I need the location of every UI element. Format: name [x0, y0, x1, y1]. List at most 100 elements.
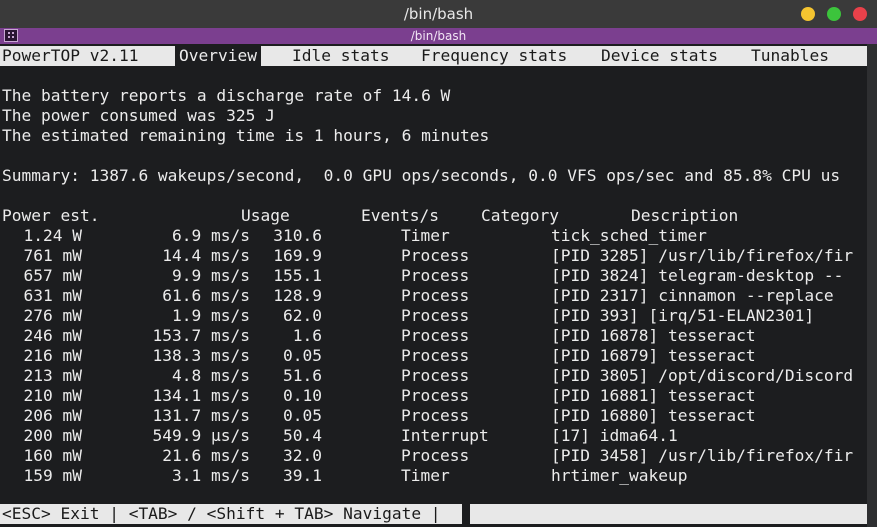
cell-power: 159 mW: [23, 466, 82, 485]
cell-power: 246 mW: [23, 326, 82, 345]
terminal-scrollbar[interactable]: [867, 44, 877, 527]
tab-device-stats[interactable]: Device stats: [601, 46, 718, 66]
terminal-tab-bar[interactable]: /bin/bash: [0, 28, 877, 44]
table-row[interactable]: 210 mW 134.1 ms/s 0.10 Process [PID 16881] t…: [0, 386, 867, 406]
cell-description: tick_sched_timer: [551, 226, 707, 245]
table-header: Power est. Usage Events/s Category Descr…: [0, 206, 867, 226]
table-row[interactable]: 213 mW 4.8 ms/s 51.6 Process [PID 3805] /opt…: [0, 366, 867, 386]
window-controls: [801, 7, 867, 21]
cell-category: Process: [401, 246, 470, 265]
cell-events: 39.1: [283, 466, 322, 485]
cell-usage: 134.1 ms/s: [152, 386, 250, 405]
cell-usage: 9.9 ms/s: [172, 266, 250, 285]
cell-events: 32.0: [283, 446, 322, 465]
cell-power: 631 mW: [23, 286, 82, 305]
cell-category: Process: [401, 286, 470, 305]
cell-usage: 131.7 ms/s: [152, 406, 250, 425]
cell-category: Process: [401, 306, 470, 325]
cell-description: [PID 2317] cinnamon --replace: [551, 286, 834, 305]
table-row[interactable]: 216 mW 138.3 ms/s 0.05 Process [PID 16879] t…: [0, 346, 867, 366]
cell-events: 51.6: [283, 366, 322, 385]
header-events: Events/s: [361, 206, 439, 225]
cell-category: Process: [401, 346, 470, 365]
window-title: /bin/bash: [403, 5, 474, 23]
cell-events: 128.9: [273, 286, 322, 305]
table-row[interactable]: 206 mW 131.7 ms/s 0.05 Process [PID 16880] t…: [0, 406, 867, 426]
window-titlebar[interactable]: /bin/bash: [0, 0, 877, 28]
cell-power: 206 mW: [23, 406, 82, 425]
cell-usage: 61.6 ms/s: [162, 286, 250, 305]
cell-events: 155.1: [273, 266, 322, 285]
cell-usage: 153.7 ms/s: [152, 326, 250, 345]
table-row[interactable]: 246 mW 153.7 ms/s 1.6 Process [PID 16878] te…: [0, 326, 867, 346]
table-row[interactable]: 276 mW 1.9 ms/s 62.0 Process [PID 393] [irq/…: [0, 306, 867, 326]
battery-discharge-text: The battery reports a discharge rate of …: [2, 86, 451, 105]
header-description: Description: [631, 206, 739, 225]
header-usage: Usage: [241, 206, 290, 225]
cell-power: 200 mW: [23, 426, 82, 445]
cell-power: 210 mW: [23, 386, 82, 405]
cell-usage: 3.1 ms/s: [172, 466, 250, 485]
cell-usage: 549.9 μs/s: [152, 426, 250, 445]
cell-events: 169.9: [273, 246, 322, 265]
cell-events: 0.05: [283, 346, 322, 365]
cell-usage: 6.9 ms/s: [172, 226, 250, 245]
cell-power: 657 mW: [23, 266, 82, 285]
power-consumed-text: The power consumed was 325 J: [2, 106, 275, 125]
cell-events: 310.6: [273, 226, 322, 245]
cell-events: 1.6: [292, 326, 322, 345]
cell-category: Process: [401, 326, 470, 345]
footer-help-text: <ESC> Exit | <TAB> / <Shift + TAB> Navig…: [2, 504, 441, 523]
header-category: Category: [481, 206, 559, 225]
cell-description: [17] idma64.1: [551, 426, 678, 445]
cell-events: 50.4: [283, 426, 322, 445]
cell-description: [PID 3285] /usr/lib/firefox/fir: [551, 246, 854, 265]
maximize-button[interactable]: [827, 7, 841, 21]
cell-category: Timer: [401, 466, 450, 485]
cell-description: [PID 3458] /usr/lib/firefox/fir: [551, 446, 854, 465]
cell-power: 160 mW: [23, 446, 82, 465]
table-row[interactable]: 1.24 W 6.9 ms/s 310.6 Timer tick_sched_timer: [0, 226, 867, 246]
table-row[interactable]: 160 mW 21.6 ms/s 32.0 Process [PID 3458] /us…: [0, 446, 867, 466]
close-button[interactable]: [853, 7, 867, 21]
tab-frequency-stats[interactable]: Frequency stats: [421, 46, 567, 66]
table-row[interactable]: 657 mW 9.9 ms/s 155.1 Process [PID 3824] tel…: [0, 266, 867, 286]
cell-category: Timer: [401, 226, 450, 245]
tab-overview[interactable]: Overview: [175, 46, 261, 66]
tab-tunables[interactable]: Tunables: [751, 46, 829, 66]
header-power: Power est.: [2, 206, 100, 225]
cell-description: [PID 3824] telegram-desktop --: [551, 266, 844, 285]
tab-idle-stats[interactable]: Idle stats: [292, 46, 389, 66]
table-row[interactable]: 631 mW 61.6 ms/s 128.9 Process [PID 2317] ci…: [0, 286, 867, 306]
cell-usage: 21.6 ms/s: [162, 446, 250, 465]
table-row[interactable]: 761 mW 14.4 ms/s 169.9 Process [PID 3285] /u…: [0, 246, 867, 266]
cell-description: [PID 16878] tesseract: [551, 326, 756, 345]
cell-description: hrtimer_wakeup: [551, 466, 688, 485]
cell-events: 62.0: [283, 306, 322, 325]
cell-usage: 14.4 ms/s: [162, 246, 250, 265]
cell-power: 216 mW: [23, 346, 82, 365]
footer-bar-right: [470, 504, 867, 524]
cell-description: [PID 16880] tesseract: [551, 406, 756, 425]
cell-events: 0.05: [283, 406, 322, 425]
cell-category: Process: [401, 386, 470, 405]
app-title: PowerTOP v2.11: [2, 46, 139, 65]
remaining-time-text: The estimated remaining time is 1 hours,…: [2, 126, 490, 145]
summary-text: Summary: 1387.6 wakeups/second, 0.0 GPU …: [2, 166, 841, 185]
cell-description: [PID 16879] tesseract: [551, 346, 756, 365]
minimize-button[interactable]: [801, 7, 815, 21]
cell-description: [PID 16881] tesseract: [551, 386, 756, 405]
cell-category: Process: [401, 446, 470, 465]
cell-category: Process: [401, 266, 470, 285]
cell-description: [PID 393] [irq/51-ELAN2301]: [551, 306, 815, 325]
cell-events: 0.10: [283, 386, 322, 405]
cell-power: 1.24 W: [23, 226, 82, 245]
cell-category: Interrupt: [401, 426, 489, 445]
table-row[interactable]: 159 mW 3.1 ms/s 39.1 Timer hrtimer_wakeup: [0, 466, 867, 486]
table-row[interactable]: 200 mW 549.9 μs/s 50.4 Interrupt [17] idma64…: [0, 426, 867, 446]
cell-power: 761 mW: [23, 246, 82, 265]
cell-description: [PID 3805] /opt/discord/Discord: [551, 366, 854, 385]
terminal-area[interactable]: PowerTOP v2.11 Overview Idle stats Frequ…: [0, 44, 867, 527]
footer-bar: <ESC> Exit | <TAB> / <Shift + TAB> Navig…: [0, 504, 462, 524]
cell-category: Process: [401, 406, 470, 425]
